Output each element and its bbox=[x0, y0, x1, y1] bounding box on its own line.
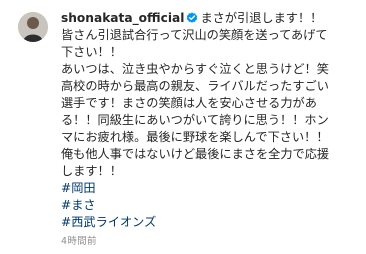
caption-line: 高校の時から最高の親友、ライバルだったすごい bbox=[61, 79, 329, 93]
post-timestamp[interactable]: 4時間前 bbox=[61, 233, 97, 247]
username-link[interactable]: shonakata_official bbox=[61, 11, 184, 25]
caption-line: 皆さん引退試合行って沢山の笑顔を送ってあげて bbox=[61, 28, 328, 42]
verified-badge-icon bbox=[187, 12, 198, 23]
caption-line: 俺も他人事ではないけど最後にまさを全力で応援 bbox=[61, 147, 330, 161]
hashtag-link[interactable]: #まさ bbox=[61, 198, 96, 212]
caption-line: まさが引退します！！ bbox=[200, 11, 323, 25]
avatar-image bbox=[18, 12, 48, 42]
hashtag-link[interactable]: #西武ライオンズ bbox=[61, 215, 156, 229]
caption-line: します！！ bbox=[61, 164, 122, 178]
caption-header-line: shonakata_official まさが引退します！！ bbox=[61, 10, 361, 27]
hashtag-link[interactable]: #岡田 bbox=[61, 181, 96, 195]
post-caption: shonakata_official まさが引退します！！ 皆さん引退試合行って… bbox=[61, 10, 361, 231]
caption-line: マにお疲れ様。最後に野球を楽しんで下さい！！ bbox=[61, 130, 329, 144]
user-avatar[interactable] bbox=[18, 12, 48, 42]
caption-line: 下さい！！ bbox=[61, 45, 122, 59]
caption-line: あいつは、泣き虫やからすぐ泣くと思うけど！笑 bbox=[61, 62, 329, 76]
caption-line: 選手です！まさの笑顔は人を安心させる力があ bbox=[61, 96, 317, 110]
caption-line: る！！同級生にあいつがいて誇りに思う！！ホン bbox=[61, 113, 329, 127]
instagram-post: shonakata_official まさが引退します！！ 皆さん引退試合行って… bbox=[0, 0, 366, 254]
